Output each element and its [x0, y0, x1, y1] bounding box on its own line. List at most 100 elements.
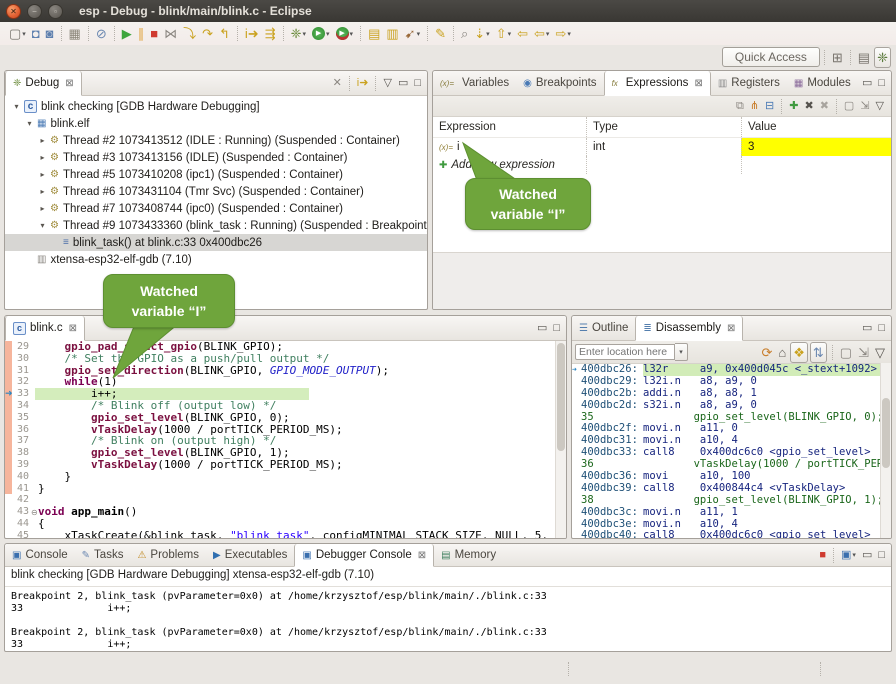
- tab-problems[interactable]: ⚠Problems: [130, 544, 206, 566]
- dropdown-arrow-icon[interactable]: ▾: [350, 30, 354, 38]
- step-over-icon[interactable]: ↷: [200, 24, 215, 43]
- back-icon[interactable]: ⇦: [515, 24, 530, 43]
- save-all-icon[interactable]: ◙: [44, 24, 56, 43]
- tab-breakpoints[interactable]: ◉Breakpoints: [516, 71, 603, 95]
- debug-tree-item[interactable]: ▥xtensa-esp32-elf-gdb (7.10): [5, 251, 427, 268]
- fold-icon[interactable]: ⊖: [31, 507, 38, 518]
- go-into-icon[interactable]: ⇧▾: [494, 24, 513, 43]
- maximize-icon[interactable]: □: [876, 319, 887, 338]
- debug-tree-item[interactable]: ≡blink_task() at blink.c:33 0x400dbc26: [5, 234, 427, 251]
- location-input[interactable]: [575, 344, 675, 360]
- show-source-icon[interactable]: ❖: [790, 342, 808, 363]
- close-tab-icon[interactable]: ⊠: [69, 323, 77, 334]
- open-element-icon[interactable]: ▤: [366, 24, 382, 43]
- expander-icon[interactable]: ▾: [11, 102, 22, 111]
- tab-console[interactable]: ▣Console: [5, 544, 75, 566]
- open-perspective-icon[interactable]: ⊞: [830, 48, 845, 67]
- show-logical-structure-icon[interactable]: ⋔: [748, 97, 761, 116]
- step-return-icon[interactable]: ↰: [217, 24, 232, 43]
- disassembly-line[interactable]: 400dbc2b:addi.n a8, a8, 1: [572, 388, 881, 400]
- minimize-window-button[interactable]: −: [27, 4, 42, 19]
- dropdown-arrow-icon[interactable]: ▾: [22, 30, 26, 38]
- run-icon[interactable]: ▶▾: [310, 24, 332, 43]
- disassembly-scrollbar[interactable]: [880, 363, 891, 538]
- dropdown-arrow-icon[interactable]: ▾: [508, 30, 512, 38]
- maximize-icon[interactable]: □: [876, 546, 887, 565]
- tab-tasks[interactable]: ✎Tasks: [75, 544, 131, 566]
- expander-icon[interactable]: ▸: [37, 204, 48, 213]
- debug-tree-item[interactable]: ▸⚙Thread #6 1073431104 (Tmr Svc) (Suspen…: [5, 183, 427, 200]
- code-line[interactable]: 39 vTaskDelay(1000 / portTICK_PERIOD_MS)…: [5, 459, 555, 471]
- build-icon[interactable]: ▦: [67, 24, 83, 43]
- disconnect-icon[interactable]: ⋈: [162, 24, 179, 43]
- disassembly-scrollbar-thumb[interactable]: [882, 398, 890, 468]
- view-menu-icon[interactable]: ▽: [381, 74, 393, 93]
- dropdown-arrow-icon[interactable]: ▾: [417, 30, 421, 38]
- close-window-button[interactable]: ✕: [6, 4, 21, 19]
- last-edit-location-icon[interactable]: ⇣▾: [472, 24, 491, 43]
- tab-disassembly[interactable]: ≣Disassembly⊠: [635, 316, 743, 341]
- dropdown-arrow-icon[interactable]: ▾: [486, 30, 490, 38]
- pin-view-icon[interactable]: ⇲: [856, 343, 871, 362]
- disassembly-line[interactable]: 400dbc3c:movi.n a11, 1: [572, 507, 881, 519]
- disassembly-line[interactable]: 400dbc29:l32i.n a8, a9, 0: [572, 376, 881, 388]
- minimize-icon[interactable]: ▭: [860, 546, 874, 565]
- tab-executables[interactable]: ▶Executables: [206, 544, 294, 566]
- code-line[interactable]: 43⊖void app_main(): [5, 506, 555, 518]
- tab-modules[interactable]: ▦Modules: [787, 71, 858, 95]
- refresh-icon[interactable]: ⟳: [759, 343, 774, 362]
- maximize-icon[interactable]: □: [876, 74, 887, 93]
- code-line[interactable]: 40 }: [5, 471, 555, 483]
- expander-icon[interactable]: ▸: [37, 170, 48, 179]
- maximize-icon[interactable]: □: [551, 319, 562, 338]
- pin-view-icon[interactable]: ⇲: [858, 97, 871, 116]
- back-history-icon[interactable]: ⇦▾: [532, 24, 551, 43]
- dropdown-arrow-icon[interactable]: ▾: [546, 30, 550, 38]
- disassembly-line[interactable]: 38 gpio_set_level(BLINK_GPIO, 1);: [572, 495, 881, 507]
- save-icon[interactable]: ◘: [30, 24, 42, 43]
- search-icon[interactable]: ⌕: [459, 24, 470, 43]
- disassembly-listing[interactable]: ➜400dbc26:l32r a9, 0x400d045c <_stext+10…: [572, 364, 881, 539]
- resume-icon[interactable]: ▶: [120, 24, 134, 43]
- home-icon[interactable]: ⌂: [776, 343, 788, 362]
- launch-icon[interactable]: ➹▾: [403, 24, 422, 43]
- disassembly-line[interactable]: 400dbc2d:s32i.n a8, a9, 0: [572, 400, 881, 412]
- expander-icon[interactable]: ▾: [37, 221, 48, 230]
- tab-memory[interactable]: ▤Memory: [434, 544, 503, 566]
- tab-registers[interactable]: ▥Registers: [711, 71, 787, 95]
- external-tools-icon[interactable]: ▶▾: [334, 24, 356, 43]
- forward-icon[interactable]: ⇨▾: [553, 24, 572, 43]
- minimize-icon[interactable]: ▭: [860, 74, 874, 93]
- column-value[interactable]: Value: [741, 117, 891, 137]
- close-tab-icon[interactable]: ⊠: [65, 78, 73, 89]
- open-resource-icon[interactable]: ▥: [384, 24, 400, 43]
- dropdown-arrow-icon[interactable]: ▾: [567, 30, 571, 38]
- tab-outline[interactable]: ☰Outline: [572, 316, 635, 340]
- view-menu-icon[interactable]: ▽: [874, 97, 886, 116]
- column-type[interactable]: Type: [586, 117, 741, 137]
- debug-tree-item[interactable]: ▸⚙Thread #7 1073408744 (ipc0) (Suspended…: [5, 200, 427, 217]
- disassembly-line[interactable]: 400dbc40:call8 0x400dc6c0 <gpio_set_leve…: [572, 530, 881, 539]
- debug-icon[interactable]: ❈▾: [289, 24, 308, 43]
- skip-all-breakpoints-icon[interactable]: ⊘: [94, 24, 109, 43]
- tab-blink-c[interactable]: cblink.c⊠: [5, 316, 85, 341]
- tab-variables[interactable]: (x)=Variables: [433, 71, 516, 95]
- debug-tree-item[interactable]: ▾cblink checking [GDB Hardware Debugging…: [5, 98, 427, 115]
- debug-tree-item[interactable]: ▾▦blink.elf: [5, 115, 427, 132]
- instruction-stepping-mode-icon[interactable]: i➜: [355, 74, 371, 93]
- code-line[interactable]: 41}: [5, 483, 555, 495]
- step-into-icon[interactable]: ⤵: [181, 24, 198, 43]
- editor-scrollbar[interactable]: [555, 341, 566, 538]
- terminate-icon[interactable]: ■: [148, 24, 160, 43]
- dropdown-arrow-icon[interactable]: ▾: [326, 30, 330, 38]
- minimize-icon[interactable]: ▭: [535, 319, 549, 338]
- mark-occurrences-icon[interactable]: ✎: [433, 24, 448, 43]
- code-line[interactable]: 45 xTaskCreate(&blink_task, "blink_task"…: [5, 530, 555, 539]
- dropdown-arrow-icon[interactable]: ▾: [852, 551, 856, 559]
- suspend-icon[interactable]: ∥: [136, 24, 147, 43]
- expander-icon[interactable]: ▾: [24, 119, 35, 128]
- view-menu-icon[interactable]: ▽: [873, 343, 887, 362]
- display-selected-console-icon[interactable]: ▣▾: [839, 546, 858, 565]
- collapse-all-icon[interactable]: ⊟: [763, 97, 776, 116]
- debug-tree-item[interactable]: ▾⚙Thread #9 1073433360 (blink_task : Run…: [5, 217, 427, 234]
